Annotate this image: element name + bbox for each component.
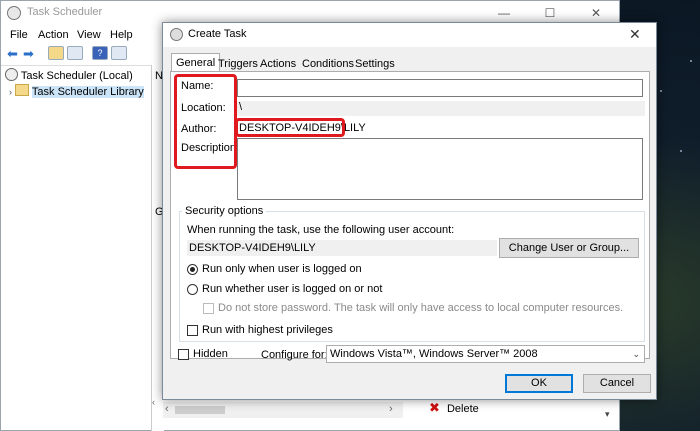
labels-highlight-box <box>174 74 237 169</box>
tab-settings[interactable]: Settings <box>350 55 400 71</box>
chevron-right-icon[interactable]: › <box>9 87 12 97</box>
clock-icon <box>5 68 18 81</box>
star <box>660 90 662 92</box>
tree-item-local[interactable]: Task Scheduler (Local) <box>5 68 133 82</box>
author-highlight-box <box>235 118 345 137</box>
tree-label: Task Scheduler (Local) <box>20 70 133 82</box>
do-not-store-password-label: Do not store password. The task will onl… <box>218 302 624 314</box>
star <box>690 60 692 62</box>
tree-item-library[interactable]: › Task Scheduler Library <box>9 84 144 98</box>
hidden-label: Hidden <box>193 348 228 360</box>
chevron-down-icon[interactable]: ⌄ <box>632 346 640 362</box>
folder-icon <box>15 84 30 96</box>
clock-icon <box>170 28 183 41</box>
horizontal-scrollbar[interactable]: ‹ › <box>163 402 403 418</box>
navigation-tree: Task Scheduler (Local) › Task Scheduler … <box>1 65 152 431</box>
change-user-button[interactable]: Change User or Group... <box>499 238 639 258</box>
checkbox[interactable] <box>203 303 214 314</box>
create-task-dialog: Create Task ✕ General Triggers Actions C… <box>162 22 657 400</box>
window-title: Task Scheduler <box>27 6 103 18</box>
star <box>680 150 682 152</box>
account-prompt: When running the task, use the following… <box>187 224 455 236</box>
radio-button[interactable] <box>187 264 198 275</box>
general-tab-panel: Name: Location: Author: Description: \ D… <box>170 71 650 359</box>
scroll-thumb[interactable] <box>175 406 225 414</box>
radio-logged-on-label: Run only when user is logged on <box>202 263 362 275</box>
checkbox[interactable] <box>178 349 189 360</box>
ok-button[interactable]: OK <box>505 374 573 393</box>
folder-icon[interactable] <box>48 46 64 60</box>
action-delete[interactable]: ✖ Delete <box>429 400 479 416</box>
forward-arrow-icon[interactable]: ➡ <box>23 46 34 62</box>
radio-whether-label: Run whether user is logged on or not <box>202 283 383 295</box>
scroll-left-icon[interactable]: ‹ <box>165 403 169 415</box>
menu-file[interactable]: File <box>10 29 28 41</box>
scroll-left-icon[interactable]: ‹ <box>152 397 162 409</box>
properties-icon[interactable] <box>111 46 127 60</box>
delete-icon: ✖ <box>429 400 440 415</box>
configure-for-value: Windows Vista™, Windows Server™ 2008 <box>330 348 538 360</box>
clock-icon <box>7 6 21 20</box>
description-field[interactable] <box>237 138 643 200</box>
menu-help[interactable]: Help <box>110 29 133 41</box>
configure-for-label: Configure for: <box>261 349 328 361</box>
name-field[interactable] <box>237 79 643 97</box>
menu-view[interactable]: View <box>77 29 101 41</box>
back-arrow-icon[interactable]: ⬅ <box>7 46 18 62</box>
location-value: \ <box>237 101 645 116</box>
dialog-title-bar: Create Task ✕ <box>163 23 656 47</box>
help-icon[interactable]: ? <box>92 46 108 60</box>
highest-privileges-label: Run with highest privileges <box>202 324 333 336</box>
tab-actions[interactable]: Actions <box>255 55 301 71</box>
view-pane-icon[interactable] <box>67 46 83 60</box>
dialog-title: Create Task <box>188 28 247 40</box>
menu-action[interactable]: Action <box>38 29 69 41</box>
radio-button[interactable] <box>187 284 198 295</box>
tree-label: Task Scheduler Library <box>31 86 144 98</box>
account-value: DESKTOP-V4IDEH9\LILY <box>187 240 497 256</box>
security-options-title: Security options <box>182 205 267 217</box>
scroll-right-icon[interactable]: › <box>389 403 393 415</box>
cancel-button[interactable]: Cancel <box>583 374 651 393</box>
configure-for-select[interactable]: Windows Vista™, Windows Server™ 2008 ⌄ <box>326 345 645 363</box>
chevron-down-icon[interactable]: ▾ <box>605 409 610 420</box>
checkbox[interactable] <box>187 325 198 336</box>
action-label: Delete <box>446 403 479 415</box>
dialog-close-button[interactable]: ✕ <box>629 26 641 43</box>
